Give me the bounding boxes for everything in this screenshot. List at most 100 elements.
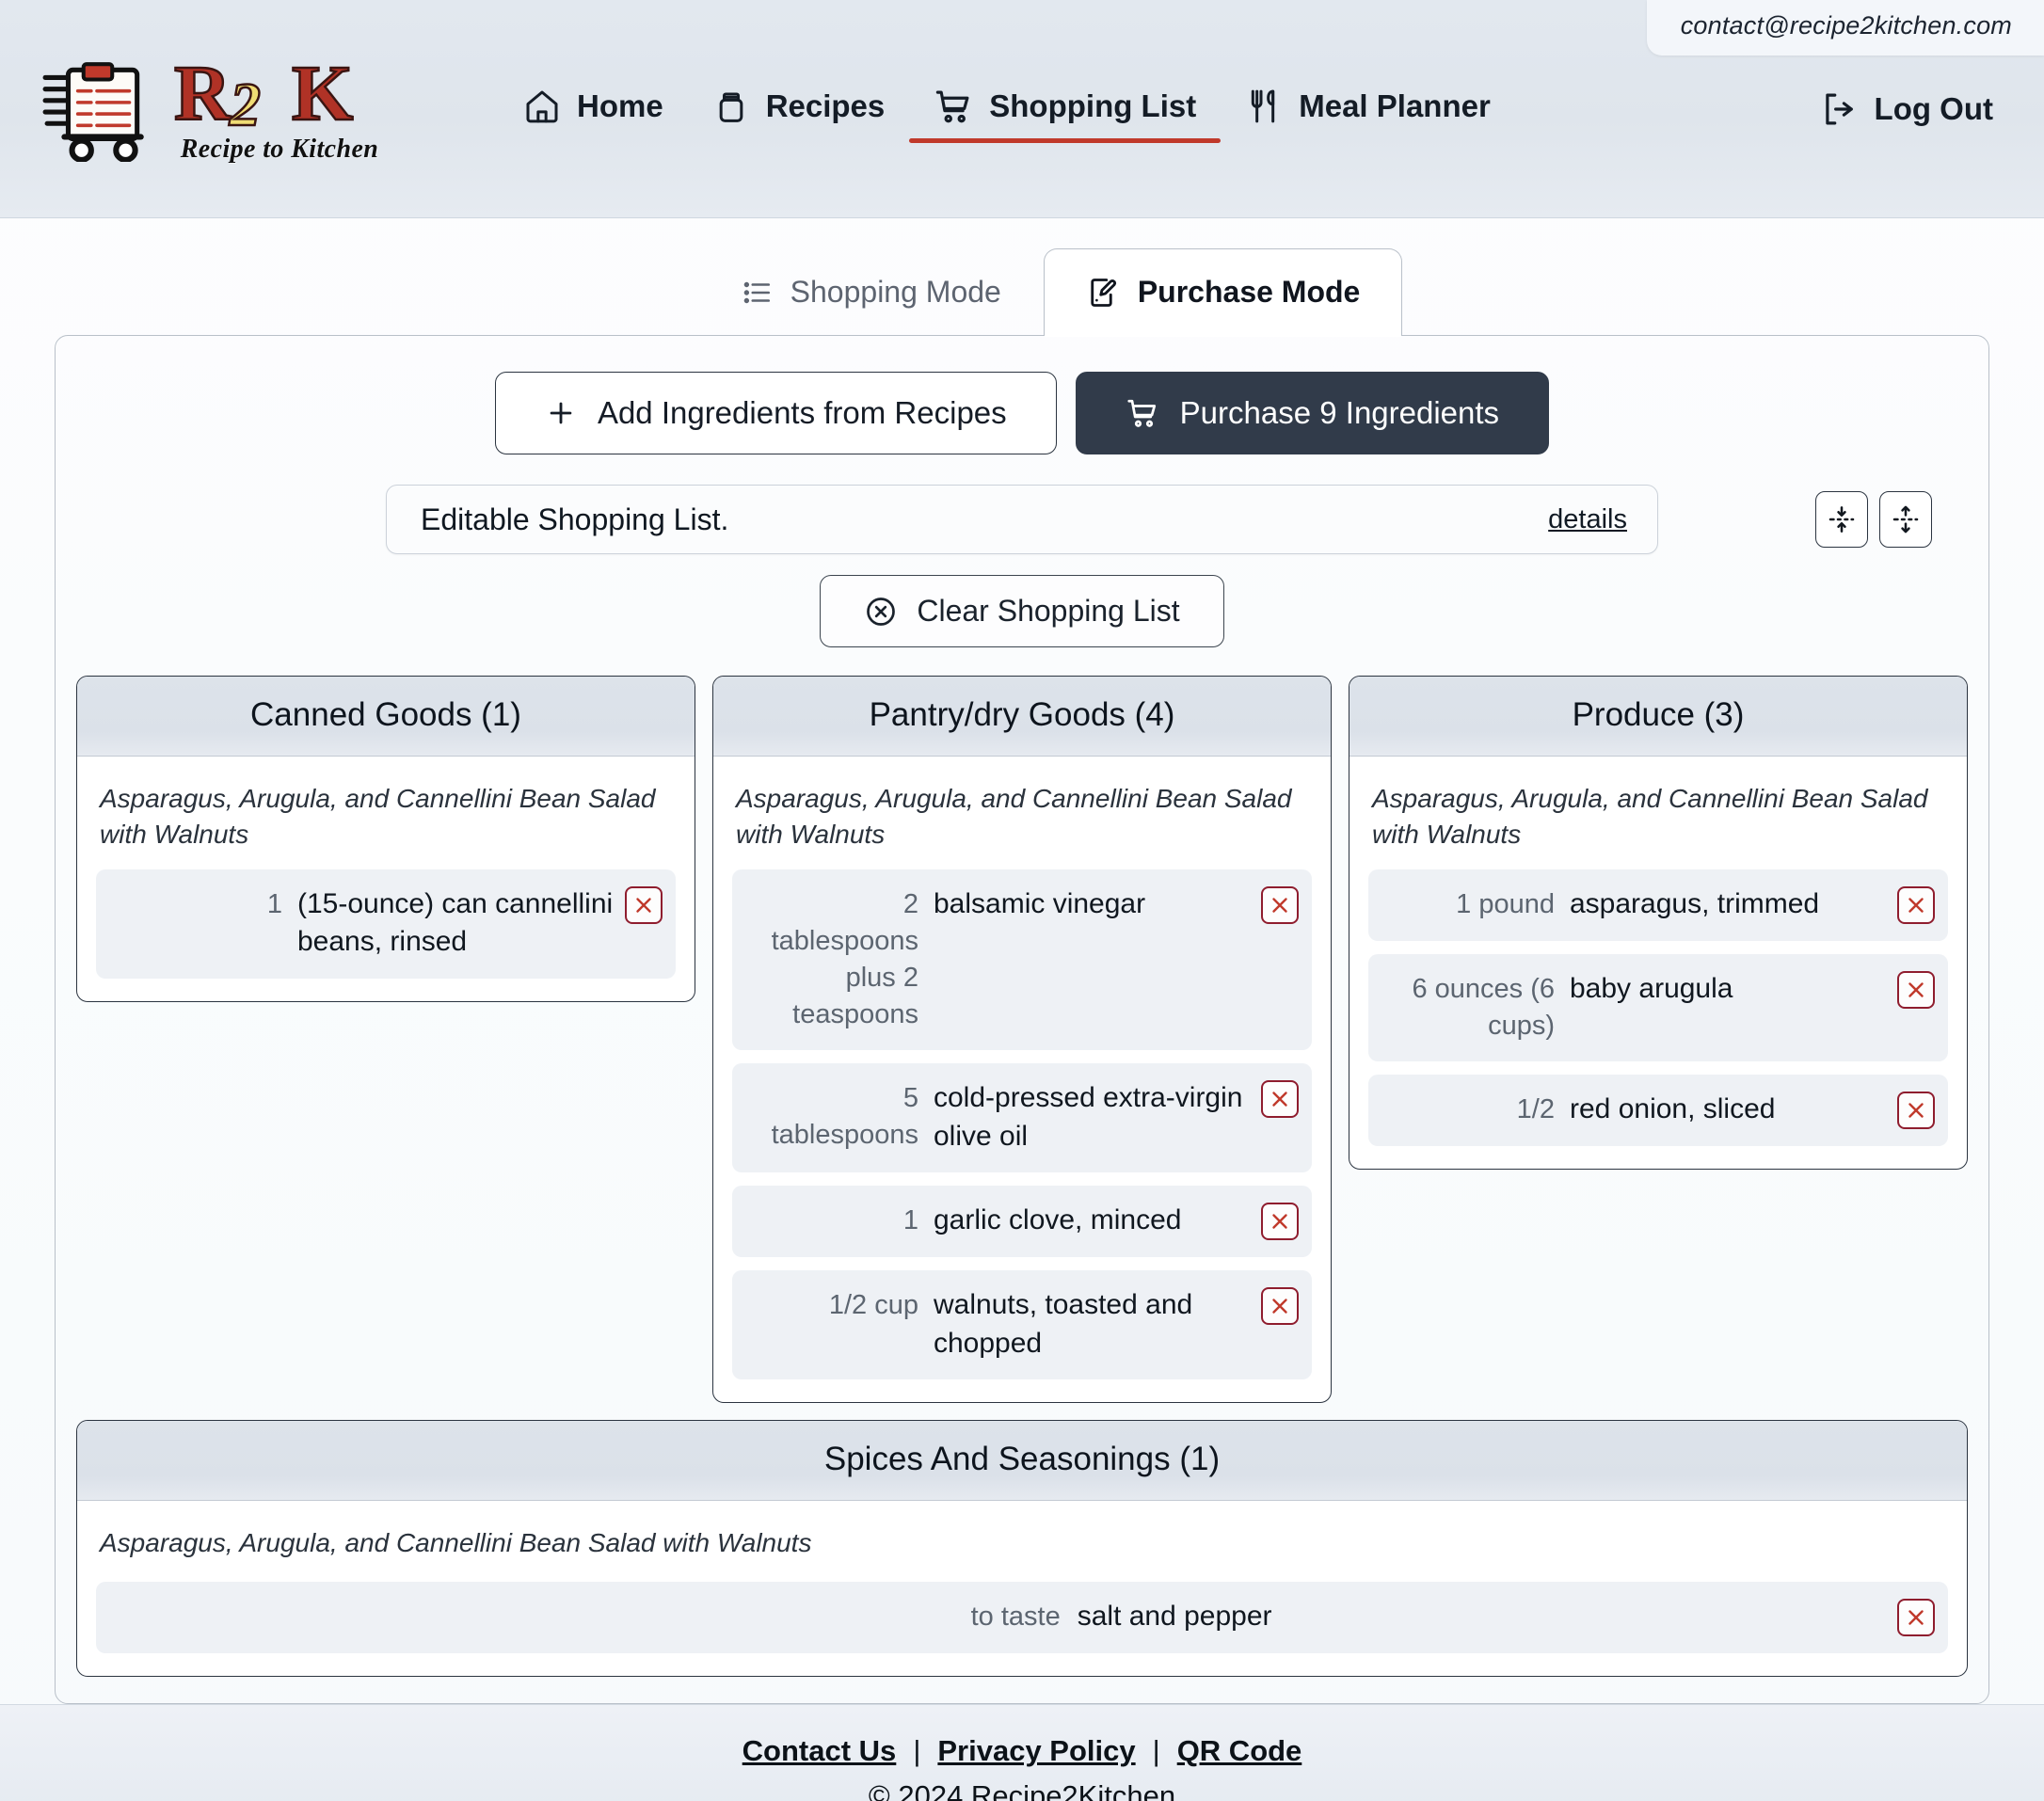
close-icon [1272, 1214, 1287, 1229]
category-card-spices-and-seasonings: Spices And Seasonings (1) Asparagus, Aru… [76, 1420, 1968, 1677]
nav-label-recipes: Recipes [765, 88, 886, 123]
logout-button[interactable]: Log Out [1820, 89, 2003, 129]
ingredient-quantity: 6 ounces (6 cups) [1412, 973, 1555, 1041]
ingredient-row: 1/2 red onion, sliced [1368, 1074, 1948, 1146]
ingredient-name: balsamic vinegar [934, 887, 1146, 919]
list-title-row: Editable Shopping List. details [76, 485, 1968, 554]
ingredient-name: (15-ounce) can cannellini beans, rinsed [297, 887, 614, 958]
ingredient-row: 1 garlic clove, minced [732, 1186, 1312, 1258]
contact-email: contact@recipe2kitchen.com [1646, 0, 2044, 56]
expand-vertical-icon [1892, 505, 1919, 534]
logout-icon [1825, 93, 1853, 124]
category-title: Spices And Seasonings (1) [77, 1421, 1967, 1502]
category-title: Pantry/dry Goods (4) [713, 677, 1331, 757]
clear-shopping-list-button[interactable]: Clear Shopping List [820, 575, 1224, 647]
home-icon [526, 90, 558, 122]
add-ingredients-label: Add Ingredients from Recipes [597, 395, 1007, 430]
editable-list-bar[interactable]: Editable Shopping List. details [386, 485, 1658, 554]
tab-purchase-mode[interactable]: Purchase Mode [1043, 248, 1403, 337]
expand-all-button[interactable] [1879, 491, 1932, 548]
footer-separator: | [913, 1734, 921, 1768]
collapse-vertical-icon [1828, 506, 1855, 533]
jar-icon [719, 92, 743, 122]
ingredient-row: 1/2 cup walnuts, toasted and chopped [732, 1270, 1312, 1380]
details-link[interactable]: details [1548, 504, 1627, 535]
close-icon [1272, 1092, 1287, 1107]
category-card-pantry-dry-goods: Pantry/dry Goods (4) Asparagus, Arugula,… [712, 676, 1332, 1404]
shopping-list-panel: Add Ingredients from Recipes Purchase 9 … [55, 335, 1989, 1704]
collapse-all-button[interactable] [1815, 491, 1868, 548]
shopping-cart-icon [936, 90, 969, 122]
ingredient-name: garlic clove, minced [934, 1204, 1182, 1236]
recipe-name: Asparagus, Arugula, and Cannellini Bean … [100, 784, 656, 849]
delete-ingredient-button[interactable] [1897, 970, 1935, 1009]
delete-ingredient-button[interactable] [1261, 885, 1299, 924]
category-card-canned-goods: Canned Goods (1) Asparagus, Arugula, and… [76, 676, 695, 1002]
plus-icon [550, 402, 572, 424]
category-body: Asparagus, Arugula, and Cannellini Bean … [77, 757, 695, 1001]
close-icon [1908, 1610, 1924, 1625]
shopping-cart-icon [1127, 399, 1156, 427]
recipe-name: Asparagus, Arugula, and Cannellini Bean … [736, 784, 1292, 849]
logout-label: Log Out [1874, 90, 1993, 126]
close-icon [1908, 897, 1924, 913]
ingredient-row: 6 ounces (6 cups) baby arugula [1368, 953, 1948, 1061]
footer-links: Contact Us | Privacy Policy | QR Code [743, 1734, 1302, 1768]
category-title: Canned Goods (1) [77, 677, 695, 757]
ingredient-name: asparagus, trimmed [1570, 887, 1820, 919]
footer-link-privacy-policy[interactable]: Privacy Policy [937, 1734, 1135, 1768]
add-ingredients-button[interactable]: Add Ingredients from Recipes [494, 372, 1057, 454]
delete-ingredient-button[interactable] [1261, 1080, 1299, 1119]
ingredient-name: walnuts, toasted and chopped [934, 1289, 1193, 1359]
close-icon [1908, 1103, 1924, 1118]
brand-tagline: Recipe to Kitchen [180, 134, 379, 164]
shopping-cart-logo-icon [42, 61, 144, 162]
ingredient-quantity: 1/2 cup [828, 1290, 918, 1321]
delete-ingredient-button[interactable] [1261, 1203, 1299, 1241]
category-body: Asparagus, Arugula, and Cannellini Bean … [77, 1501, 1967, 1676]
tab-shopping-mode[interactable]: Shopping Mode [698, 248, 1044, 335]
delete-ingredient-button[interactable] [1261, 1287, 1299, 1326]
svg-text:K: K [292, 54, 353, 133]
delete-ingredient-button[interactable] [625, 885, 663, 924]
circle-x-icon [867, 597, 896, 626]
ingredient-name: salt and pepper [1077, 1600, 1272, 1632]
ingredient-name: cold-pressed extra-virgin olive oil [934, 1082, 1243, 1152]
purchase-ingredients-button[interactable]: Purchase 9 Ingredients [1075, 372, 1550, 454]
nav-item-recipes[interactable]: Recipes [688, 69, 910, 150]
category-card-produce: Produce (3) Asparagus, Arugula, and Cann… [1349, 676, 1968, 1170]
ingredient-row: to taste salt and pepper [96, 1581, 1948, 1653]
ingredient-quantity: to taste [970, 1601, 1061, 1632]
nav-item-home[interactable]: Home [499, 69, 688, 150]
brand-logo[interactable]: R 2 K Recipe to Kitchen [41, 54, 388, 165]
tab-label-shopping-mode: Shopping Mode [790, 275, 1001, 309]
main-navigation: Home Recipes Shopping List Meal Planner … [499, 68, 2003, 151]
footer-link-contact-us[interactable]: Contact Us [743, 1734, 897, 1768]
ingredient-quantity: 1/2 [1516, 1093, 1555, 1124]
panel-action-row: Add Ingredients from Recipes Purchase 9 … [76, 372, 1968, 454]
collapse-expand-controls [1815, 491, 1932, 548]
ingredient-quantity: 1 [902, 1205, 918, 1236]
delete-ingredient-button[interactable] [1897, 1598, 1935, 1636]
ingredient-quantity: 1 [266, 888, 282, 919]
close-icon [1908, 981, 1924, 997]
close-icon [1272, 897, 1287, 913]
svg-text:2: 2 [229, 71, 261, 133]
nav-item-meal-planner[interactable]: Meal Planner [1221, 69, 1515, 150]
ingredient-name: baby arugula [1570, 972, 1733, 1004]
category-cards-grid: Canned Goods (1) Asparagus, Arugula, and… [76, 676, 1968, 1404]
ingredient-row: 5 tablespoons cold-pressed extra-virgin … [732, 1063, 1312, 1173]
copyright-text: © 2024 Recipe2Kitchen [868, 1779, 1176, 1801]
delete-ingredient-button[interactable] [1897, 885, 1935, 924]
ingredient-row: 1 (15-ounce) can cannellini beans, rinse… [96, 869, 676, 979]
ingredient-quantity: 2 tablespoons plus 2 teaspoons [771, 888, 918, 1030]
list-icon [743, 281, 770, 303]
nav-item-shopping-list[interactable]: Shopping List [909, 68, 1222, 151]
tab-label-purchase-mode: Purchase Mode [1137, 275, 1361, 309]
delete-ingredient-button[interactable] [1897, 1091, 1935, 1129]
recipe-name: Asparagus, Arugula, and Cannellini Bean … [1372, 784, 1928, 849]
ingredient-quantity: 5 tablespoons [771, 1083, 918, 1151]
nav-label-home: Home [577, 88, 663, 123]
ingredient-name: red onion, sliced [1570, 1092, 1776, 1124]
footer-link-qr-code[interactable]: QR Code [1177, 1734, 1302, 1768]
